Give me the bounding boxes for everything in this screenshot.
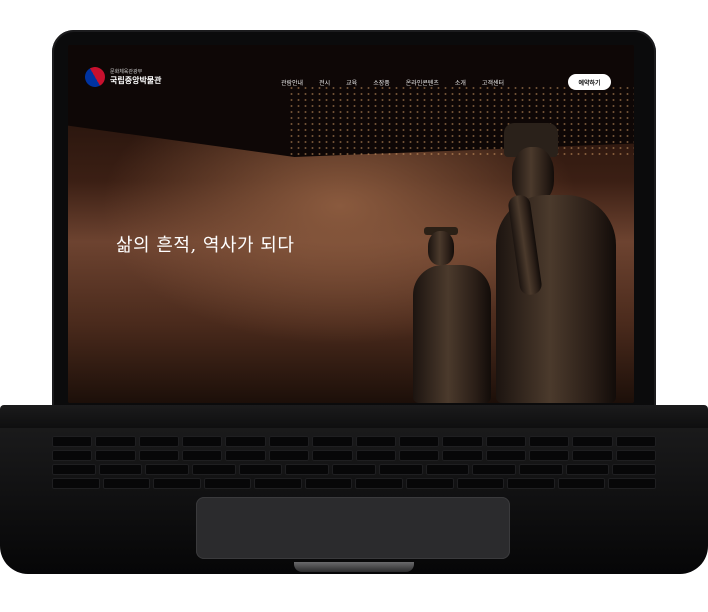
- keyboard-key: [304, 478, 353, 489]
- key-row-3: [52, 464, 656, 475]
- key-row-1: [52, 436, 657, 447]
- screen: 문화체육관광부 국립중앙박물관 관람안내 전시 교육 소장품 온라인콘텐츠 소개…: [68, 45, 634, 403]
- keyboard-key: [528, 450, 570, 461]
- keyboard-key: [95, 436, 136, 447]
- hero-headline: 삶의 흔적, 역사가 되다: [116, 235, 295, 256]
- keyboard-key: [332, 464, 376, 475]
- keyboard-key: [378, 464, 423, 475]
- keyboard-key: [52, 450, 93, 461]
- nav-item-about[interactable]: 소개: [455, 78, 466, 87]
- keyboard-key: [268, 436, 310, 447]
- keyboard-key: [95, 450, 136, 461]
- reserve-button[interactable]: 예약하기: [568, 74, 611, 90]
- keyboard-key: [52, 436, 93, 447]
- nav-item-education[interactable]: 교육: [346, 78, 357, 87]
- keyboard-key: [225, 436, 266, 447]
- keyboard-key: [485, 450, 526, 461]
- laptop-base-lip: [294, 562, 414, 572]
- keyboard-key: [192, 464, 236, 475]
- keyboard-key: [612, 464, 656, 475]
- keyboard-key: [285, 464, 330, 475]
- nav-item-exhibition[interactable]: 전시: [319, 78, 330, 87]
- keyboard-key: [557, 478, 606, 489]
- keyboard-key: [203, 478, 252, 489]
- keyboard-key: [145, 464, 190, 475]
- keyboard-key: [528, 436, 570, 447]
- keyboard-key: [472, 464, 516, 475]
- keyboard-key: [355, 436, 396, 447]
- keyboard-key: [572, 450, 613, 461]
- logo-subtitle: 문화체육관광부: [110, 68, 143, 75]
- keyboard-key: [312, 450, 353, 461]
- keyboard-key: [268, 450, 310, 461]
- keyboard-key: [312, 436, 353, 447]
- keyboard-key: [398, 450, 440, 461]
- small-statue-body: [413, 265, 491, 403]
- keyboard-key: [398, 436, 440, 447]
- keyboard-key: [456, 478, 505, 489]
- keyboard-key: [442, 450, 483, 461]
- keyboard-key: [507, 478, 555, 489]
- keyboard-key: [355, 478, 404, 489]
- keyboard-key: [52, 464, 96, 475]
- keyboard-key: [442, 436, 483, 447]
- keyboard-key: [355, 450, 396, 461]
- keyboard-key: [608, 478, 656, 489]
- keyboard-key: [52, 478, 100, 489]
- keyboard-key: [615, 450, 657, 461]
- nav-item-collection[interactable]: 소장품: [373, 78, 390, 87]
- small-statue-head: [428, 231, 454, 265]
- keyboard-key: [102, 478, 151, 489]
- keyboard-key: [138, 436, 180, 447]
- keyboard-key: [425, 464, 470, 475]
- key-row-4: [52, 478, 656, 489]
- site-logo[interactable]: 문화체육관광부 국립중앙박물관: [81, 63, 162, 91]
- logo-title: 국립중앙박물관: [110, 75, 162, 85]
- taegeuk-logo-icon: [81, 63, 109, 91]
- keyboard-key: [225, 450, 266, 461]
- keyboard-key: [138, 450, 180, 461]
- keyboard: [52, 433, 657, 495]
- site-header: 문화체육관광부 국립중앙박물관 관람안내 전시 교육 소장품 온라인콘텐츠 소개…: [68, 45, 634, 91]
- ceiling-lights: [288, 85, 634, 155]
- nav-item-online-content[interactable]: 온라인콘텐츠: [406, 78, 439, 87]
- trackpad: [196, 497, 510, 559]
- logo-text: 문화체육관광부 국립중앙박물관: [110, 68, 162, 85]
- keyboard-key: [572, 436, 613, 447]
- keyboard-key: [615, 436, 657, 447]
- keyboard-key: [98, 464, 143, 475]
- keyboard-key: [182, 450, 223, 461]
- nav-item-visit[interactable]: 관람안내: [281, 78, 303, 87]
- key-row-2: [52, 450, 657, 461]
- nav-item-customer-center[interactable]: 고객센터: [482, 78, 504, 87]
- keyboard-key: [238, 464, 283, 475]
- keyboard-key: [153, 478, 201, 489]
- main-nav: 관람안내 전시 교육 소장품 온라인콘텐츠 소개 고객센터: [281, 78, 520, 87]
- keyboard-key: [182, 436, 223, 447]
- keyboard-key: [565, 464, 610, 475]
- keyboard-key: [254, 478, 302, 489]
- keyboard-key: [406, 478, 454, 489]
- keyboard-key: [518, 464, 563, 475]
- keyboard-key: [485, 436, 526, 447]
